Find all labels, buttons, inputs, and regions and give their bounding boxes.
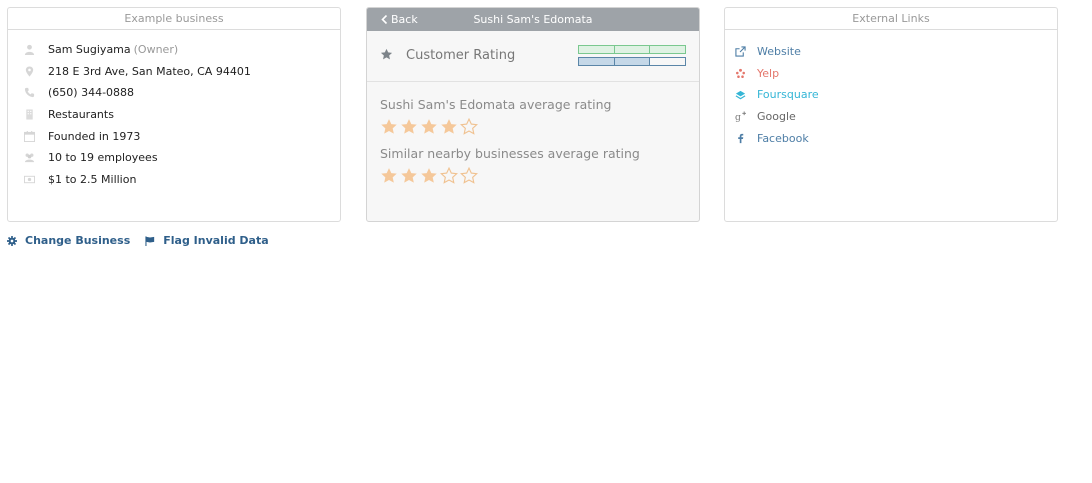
chevron-left-icon: [381, 15, 388, 24]
business-info-card: Example business Sam Sugiyama (Owner) 21…: [7, 7, 341, 222]
business-info-list: Sam Sugiyama (Owner) 218 E 3rd Ave, San …: [8, 30, 340, 190]
back-label: Back: [391, 13, 418, 26]
star-filled-icon: [441, 119, 457, 134]
employees-text: 10 to 19 employees: [48, 151, 158, 165]
business-name-title: Sushi Sam's Edomata: [473, 13, 593, 26]
revenue-text: $1 to 2.5 Million: [48, 172, 137, 186]
bar-segment: [579, 46, 615, 53]
bar-segment: [650, 46, 685, 53]
business-rating-stars: [380, 118, 699, 146]
map-marker-icon: [24, 65, 48, 77]
flag-invalid-label: Flag Invalid Data: [163, 234, 269, 247]
external-links-list: Website Yelp Foursquare g Google Faceboo…: [725, 30, 1057, 149]
yelp-icon: [735, 68, 757, 79]
star-filled-icon: [421, 119, 437, 134]
link-yelp[interactable]: Yelp: [735, 63, 1057, 85]
phone-row: (650) 344-0888: [24, 82, 340, 104]
star-filled-icon: [381, 119, 397, 134]
flag-invalid-data-button[interactable]: Flag Invalid Data: [145, 234, 269, 247]
phone-text: (650) 344-0888: [48, 86, 135, 100]
star-icon: [380, 48, 393, 60]
bar-segment: [614, 58, 651, 65]
star-filled-icon: [421, 168, 437, 183]
rating-comparison-bars: [578, 45, 686, 69]
address-text: 218 E 3rd Ave, San Mateo, CA 94401: [48, 64, 251, 78]
link-facebook-label: Facebook: [757, 131, 809, 145]
star-empty-icon: [460, 118, 478, 135]
category-row: Restaurants: [24, 104, 340, 126]
phone-icon: [24, 87, 48, 99]
building-icon: [24, 109, 48, 121]
link-foursquare[interactable]: Foursquare: [735, 84, 1057, 106]
change-business-button[interactable]: Change Business: [7, 234, 130, 247]
users-icon: [24, 152, 48, 164]
category-text: Restaurants: [48, 108, 114, 122]
star-empty-icon: [440, 167, 458, 184]
founded-text: Founded in 1973: [48, 129, 141, 143]
revenue-row: $1 to 2.5 Million: [24, 169, 340, 191]
back-button[interactable]: Back: [381, 8, 418, 31]
gear-icon: [7, 235, 17, 246]
nearby-average-rating-label: Similar nearby businesses average rating: [380, 146, 640, 161]
change-business-label: Change Business: [25, 234, 131, 247]
rating-details: Sushi Sam's Edomata average rating Simil…: [367, 82, 699, 195]
star-filled-icon: [381, 168, 397, 183]
bar-segment: [615, 46, 651, 53]
foursquare-icon: [735, 89, 757, 100]
star-filled-icon: [401, 168, 417, 183]
owner-role: (Owner): [133, 43, 179, 57]
nearby-rating-stars: [380, 167, 699, 195]
calendar-icon: [24, 130, 48, 142]
link-google-label: Google: [757, 110, 796, 124]
link-website-label: Website: [757, 45, 801, 59]
flag-icon: [145, 235, 155, 246]
owner-row: Sam Sugiyama (Owner): [24, 39, 340, 61]
google-plus-icon: g: [735, 111, 757, 122]
customer-rating-title: Customer Rating: [406, 48, 516, 63]
star-empty-icon: [460, 167, 478, 184]
employees-row: 10 to 19 employees: [24, 147, 340, 169]
business-card-title: Example business: [8, 8, 340, 30]
svg-text:g: g: [735, 112, 741, 122]
star-filled-icon: [401, 119, 417, 134]
user-icon: [24, 44, 48, 56]
link-yelp-label: Yelp: [757, 66, 780, 80]
link-website[interactable]: Website: [735, 41, 1057, 63]
external-links-title: External Links: [725, 8, 1057, 30]
external-link-icon: [735, 46, 757, 57]
link-foursquare-label: Foursquare: [757, 88, 819, 102]
rating-bar-green: [578, 45, 686, 54]
business-average-rating-label: Sushi Sam's Edomata average rating: [380, 97, 612, 112]
facebook-icon: [735, 133, 757, 144]
footer-actions: Change Business Flag Invalid Data: [7, 234, 284, 247]
owner-name: Sam Sugiyama: [48, 43, 131, 57]
link-facebook[interactable]: Facebook: [735, 127, 1057, 149]
founded-row: Founded in 1973: [24, 125, 340, 147]
rating-card-header: Back Sushi Sam's Edomata: [367, 8, 699, 31]
bar-segment: [579, 58, 615, 65]
address-row: 218 E 3rd Ave, San Mateo, CA 94401: [24, 61, 340, 83]
customer-rating-card: Back Sushi Sam's Edomata Customer Rating…: [366, 7, 700, 222]
rating-summary: Customer Rating: [367, 31, 699, 82]
money-icon: [24, 173, 48, 185]
rating-bar-blue: [578, 57, 686, 66]
external-links-card: External Links Website Yelp Foursquare g…: [724, 7, 1058, 222]
bar-segment: [650, 58, 685, 65]
link-google[interactable]: g Google: [735, 106, 1057, 128]
